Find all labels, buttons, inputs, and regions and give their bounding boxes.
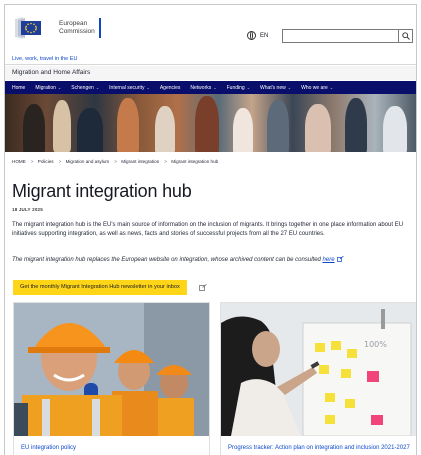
external-link-icon	[336, 256, 344, 263]
breadcrumb-current: Migrant integration hub	[171, 159, 219, 164]
search-button[interactable]	[398, 30, 412, 42]
search-box	[282, 29, 413, 43]
site-header: European Commission EN	[5, 5, 416, 45]
nav-label: Who we are	[301, 84, 328, 91]
breadcrumb-item[interactable]: Policies	[38, 159, 54, 164]
card-title[interactable]: EU integration policy	[21, 444, 209, 452]
archive-note: The migrant integration hub replaces the…	[12, 256, 402, 265]
logo-divider	[98, 18, 101, 38]
nav-label: Funding	[226, 84, 245, 91]
card-progress-tracker[interactable]: 100% Progress tracker: Action plan on in…	[220, 302, 416, 455]
nav-item-funding[interactable]: Funding ⌄	[227, 85, 250, 91]
breadcrumb-item[interactable]: Migrant integration	[121, 159, 159, 164]
eu-flag-icon	[13, 17, 41, 39]
nav-item-who-we-are[interactable]: Who we are ⌄	[301, 85, 333, 91]
chevron-down-icon: ⌄	[329, 84, 334, 90]
logo-line-2: Commission	[59, 28, 95, 35]
intro-paragraph: The migrant integration hub is the EU's …	[12, 222, 404, 237]
nav-item-whats-new[interactable]: What's new ⌄	[260, 85, 291, 91]
page-title: Migrant integration hub	[12, 181, 192, 201]
external-link-icon	[199, 284, 207, 291]
nav-item-agencies[interactable]: Agencies	[160, 85, 181, 91]
breadcrumb-separator: >	[30, 159, 34, 164]
search-icon	[402, 32, 410, 40]
logo-line-1: European	[59, 20, 88, 27]
nav-label: Agencies	[159, 84, 181, 91]
breadcrumb-item[interactable]: HOME	[12, 159, 26, 164]
language-selector[interactable]: EN	[247, 31, 268, 40]
chevron-down-icon: ⌄	[95, 84, 100, 90]
chevron-down-icon: ⌄	[146, 84, 150, 90]
archive-note-text: The migrant integration hub replaces the…	[12, 257, 323, 263]
site-tagline[interactable]: Live, work, travel in the EU	[5, 53, 416, 65]
nav-label: Internal security	[109, 84, 145, 91]
nav-label: Home	[12, 84, 26, 91]
site-name[interactable]: Migration and Home Affairs	[5, 66, 416, 80]
hero-banner-image	[5, 94, 416, 152]
breadcrumb-separator: >	[58, 159, 62, 164]
chevron-down-icon: ⌄	[57, 84, 62, 90]
nav-item-home[interactable]: Home	[12, 85, 25, 91]
page-frame: European Commission EN Live, work, trave…	[4, 4, 417, 455]
card-image-workers	[14, 303, 209, 436]
globe-icon	[247, 31, 256, 40]
nav-label: Migration	[35, 84, 56, 91]
nav-item-networks[interactable]: Networks ⌄	[190, 85, 216, 91]
nav-label: Networks	[190, 84, 212, 91]
newsletter-button[interactable]: Get the monthly Migrant Integration Hub …	[13, 280, 187, 295]
search-input[interactable]	[283, 30, 398, 42]
breadcrumb-separator: >	[114, 159, 117, 164]
card-image-whiteboard: 100%	[221, 303, 416, 436]
card-title[interactable]: Progress tracker: Action plan on integra…	[228, 444, 416, 452]
svg-text:100%: 100%	[364, 340, 387, 349]
breadcrumb: HOME > Policies > Migration and asylum > Mi…	[12, 159, 220, 164]
nav-item-internal-security[interactable]: Internal security ⌄	[109, 85, 150, 91]
main-navigation: Home Migration ⌄ Schengen ⌄ Internal secur…	[5, 81, 416, 94]
chevron-down-icon: ⌄	[246, 84, 251, 90]
archive-link[interactable]: here	[323, 257, 335, 263]
nav-item-schengen[interactable]: Schengen ⌄	[71, 85, 99, 91]
nav-item-migration[interactable]: Migration ⌄	[35, 85, 61, 91]
publish-date: 18 JULY 2025	[12, 207, 43, 212]
language-code: EN	[260, 32, 269, 39]
logo-text: European Commission	[59, 20, 95, 36]
chevron-down-icon: ⌄	[213, 84, 217, 90]
breadcrumb-separator: >	[164, 159, 167, 164]
nav-label: Schengen	[71, 84, 94, 91]
chevron-down-icon: ⌄	[287, 84, 292, 90]
breadcrumb-item[interactable]: Migration and asylum	[66, 159, 110, 164]
nav-label: What's new	[260, 84, 286, 91]
ec-logo[interactable]: European Commission	[13, 17, 101, 39]
card-eu-integration-policy[interactable]: EU integration policy	[13, 302, 210, 455]
